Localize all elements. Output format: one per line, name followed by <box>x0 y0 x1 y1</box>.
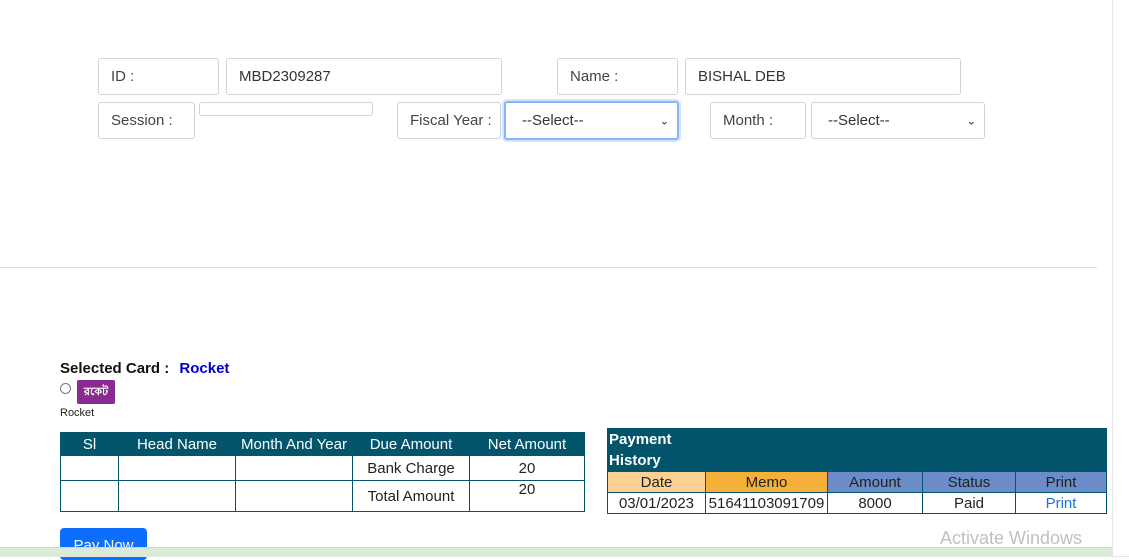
activate-windows-watermark: Activate Windows <box>940 528 1083 548</box>
table-row: 03/01/2023 51641103091709 8000 Paid Prin… <box>607 492 1107 514</box>
session-field[interactable] <box>199 102 373 116</box>
col-amount: Amount <box>827 471 923 493</box>
fiscal-year-label: Fiscal Year : <box>397 102 501 139</box>
month-select[interactable]: --Select-- ⌄ <box>811 102 985 139</box>
session-label: Session : <box>98 102 195 139</box>
table-row: Total Amount 20 <box>60 480 585 512</box>
selected-card-value: Rocket <box>179 360 230 377</box>
row-amount: 8000 <box>827 492 923 514</box>
scrollbar[interactable] <box>1112 0 1129 556</box>
header-sl: Sl <box>60 432 119 456</box>
month-selected: --Select-- <box>828 112 890 129</box>
payment-history-title-row: Payment History <box>607 428 1107 472</box>
header-due-amount: Due Amount <box>352 432 470 456</box>
bank-charge-label: Bank Charge <box>352 455 470 481</box>
row-status: Paid <box>922 492 1016 514</box>
divider <box>0 267 1097 268</box>
print-link[interactable]: Print <box>1015 492 1107 514</box>
id-field[interactable]: MBD2309287 <box>226 58 502 95</box>
fiscal-year-selected: --Select-- <box>522 112 584 129</box>
payment-history-table: Payment History Date Memo Amount Status … <box>607 428 1107 514</box>
payment-history-header: Date Memo Amount Status Print <box>607 471 1107 493</box>
id-label: ID : <box>98 58 219 95</box>
header-net-amount: Net Amount <box>469 432 585 456</box>
selected-card: Selected Card : Rocket <box>60 360 229 377</box>
col-print: Print <box>1015 471 1107 493</box>
fiscal-year-select[interactable]: --Select-- ⌄ <box>504 101 679 140</box>
name-label: Name : <box>557 58 678 95</box>
header-month-year: Month And Year <box>235 432 353 456</box>
name-field[interactable]: BISHAL DEB <box>685 58 961 95</box>
col-memo: Memo <box>705 471 828 493</box>
total-amount-label: Total Amount <box>352 480 470 512</box>
selected-card-label: Selected Card : <box>60 360 170 377</box>
header-head-name: Head Name <box>118 432 236 456</box>
due-table-header: Sl Head Name Month And Year Due Amount N… <box>60 432 585 456</box>
card-name: Rocket <box>60 407 95 419</box>
table-row: Bank Charge 20 <box>60 455 585 481</box>
rocket-logo[interactable]: রকেট <box>77 380 115 404</box>
month-label: Month : <box>710 102 806 139</box>
bank-charge-value: 20 <box>469 455 585 481</box>
col-status: Status <box>922 471 1016 493</box>
col-date: Date <box>607 471 706 493</box>
total-amount-value: 20 <box>469 480 585 512</box>
due-table: Sl Head Name Month And Year Due Amount N… <box>60 432 585 512</box>
payment-history-title: Payment History <box>607 428 706 472</box>
row-memo: 51641103091709 <box>705 492 828 514</box>
chevron-down-icon: ⌄ <box>659 115 669 127</box>
row-date: 03/01/2023 <box>607 492 706 514</box>
rocket-radio[interactable] <box>60 383 71 394</box>
chevron-down-icon: ⌄ <box>966 115 976 127</box>
